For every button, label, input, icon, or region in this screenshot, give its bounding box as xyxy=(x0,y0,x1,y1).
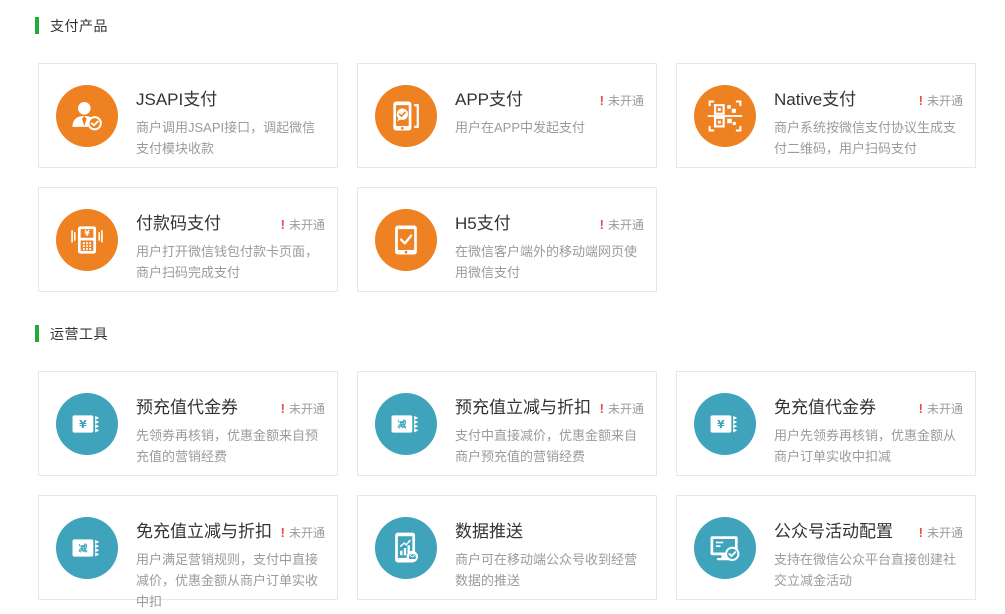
status-exclamation-icon: ! xyxy=(919,525,923,540)
status-label: 未开通 xyxy=(289,402,325,416)
section-accent-bar xyxy=(35,325,39,342)
person-check-icon xyxy=(56,85,118,147)
status-badge: ! 未开通 xyxy=(275,216,325,233)
coupon-discount-icon xyxy=(375,393,437,455)
card-title: 免充值代金券 xyxy=(774,393,876,418)
product-card[interactable]: JSAPI支付 商户调用JSAPI接口，调起微信支付模块收款 xyxy=(38,63,338,168)
section: 运营工具 预充值代金券 ! 未开通 先领券再核销，优惠金额来自预充值的营销经费 预… xyxy=(35,324,976,600)
card-desc: 用户先领券再核销，优惠金额从商户订单实收中扣减 xyxy=(774,425,963,467)
card-desc: 在微信客户端外的移动端网页使用微信支付 xyxy=(455,241,644,283)
card-body: 付款码支付 ! 未开通 用户打开微信钱包付款卡页面，商户扫码完成支付 xyxy=(118,188,327,283)
card-desc: 用户打开微信钱包付款卡页面，商户扫码完成支付 xyxy=(136,241,325,283)
coupon-discount-icon xyxy=(56,517,118,579)
status-label: 未开通 xyxy=(608,94,644,108)
card-title: 免充值立减与折扣 xyxy=(136,517,272,542)
card-body: 免充值立减与折扣 ! 未开通 用户满足营销规则，支付中直接减价，优惠金额从商户订单… xyxy=(118,496,327,612)
status-badge: ! 未开通 xyxy=(913,524,963,541)
status-exclamation-icon: ! xyxy=(919,93,923,108)
card-title: H5支付 xyxy=(455,209,511,234)
card-grid: JSAPI支付 商户调用JSAPI接口，调起微信支付模块收款 APP支付 ! 未开… xyxy=(38,63,976,292)
status-exclamation-icon: ! xyxy=(281,525,285,540)
page: 支付产品 JSAPI支付 商户调用JSAPI接口，调起微信支付模块收款 APP支… xyxy=(0,0,1005,600)
card-body: 免充值代金券 ! 未开通 用户先领券再核销，优惠金额从商户订单实收中扣减 xyxy=(756,372,965,467)
product-card[interactable]: 公众号活动配置 ! 未开通 支持在微信公众平台直接创建社交立减金活动 xyxy=(676,495,976,600)
coupon-cash-icon xyxy=(694,393,756,455)
product-card[interactable]: 付款码支付 ! 未开通 用户打开微信钱包付款卡页面，商户扫码完成支付 xyxy=(38,187,338,292)
card-body: 公众号活动配置 ! 未开通 支持在微信公众平台直接创建社交立减金活动 xyxy=(756,496,965,591)
product-card[interactable]: APP支付 ! 未开通 用户在APP中发起支付 xyxy=(357,63,657,168)
card-desc: 先领券再核销，优惠金额来自预充值的营销经费 xyxy=(136,425,325,467)
pos-terminal-icon xyxy=(56,209,118,271)
card-desc: 用户满足营销规则，支付中直接减价，优惠金额从商户订单实收中扣 xyxy=(136,549,325,612)
status-badge: ! 未开通 xyxy=(594,92,644,109)
product-card[interactable]: 预充值立减与折扣 ! 未开通 支付中直接减价，优惠金额来自商户预充值的营销经费 xyxy=(357,371,657,476)
status-exclamation-icon: ! xyxy=(919,401,923,416)
monitor-activity-icon xyxy=(694,517,756,579)
coupon-cash-icon xyxy=(56,393,118,455)
product-card[interactable]: 免充值立减与折扣 !未开通 用户满足营销规则，支付中直接减价，优惠金额从商户订单… xyxy=(38,495,338,600)
product-card[interactable]: 免充值代金券 ! 未开通 用户先领券再核销，优惠金额从商户订单实收中扣减 xyxy=(676,371,976,476)
card-body: JSAPI支付 商户调用JSAPI接口，调起微信支付模块收款 xyxy=(118,64,327,159)
section-title: 运营工具 xyxy=(50,324,108,344)
card-body: 预充值代金券 ! 未开通 先领券再核销，优惠金额来自预充值的营销经费 xyxy=(118,372,327,467)
product-card[interactable]: 预充值代金券 ! 未开通 先领券再核销，优惠金额来自预充值的营销经费 xyxy=(38,371,338,476)
section: 支付产品 JSAPI支付 商户调用JSAPI接口，调起微信支付模块收款 APP支… xyxy=(35,16,976,292)
section-header: 运营工具 xyxy=(35,324,976,343)
status-label: 未开通 xyxy=(608,402,644,416)
phone-message-icon xyxy=(375,85,437,147)
status-exclamation-icon: ! xyxy=(600,401,604,416)
status-label: 未开通 xyxy=(608,218,644,232)
card-body: Native支付 ! 未开通 商户系统按微信支付协议生成支付二维码，用户扫码支付 xyxy=(756,64,965,159)
product-card[interactable]: Native支付 ! 未开通 商户系统按微信支付协议生成支付二维码，用户扫码支付 xyxy=(676,63,976,168)
card-title: APP支付 xyxy=(455,85,523,110)
status-label: 未开通 xyxy=(927,94,963,108)
card-grid: 预充值代金券 ! 未开通 先领券再核销，优惠金额来自预充值的营销经费 预充值立减与… xyxy=(38,371,976,600)
card-desc: 支付中直接减价，优惠金额来自商户预充值的营销经费 xyxy=(455,425,644,467)
card-body: 预充值立减与折扣 ! 未开通 支付中直接减价，优惠金额来自商户预充值的营销经费 xyxy=(437,372,646,467)
card-title: 数据推送 xyxy=(455,517,523,542)
status-badge: ! 未开通 xyxy=(594,216,644,233)
status-badge: ! 未开通 xyxy=(275,524,325,541)
status-label: 未开通 xyxy=(927,526,963,540)
status-label: 未开通 xyxy=(927,402,963,416)
phone-check-icon xyxy=(375,209,437,271)
status-badge: ! 未开通 xyxy=(913,400,963,417)
section-title: 支付产品 xyxy=(50,16,108,36)
status-label: 未开通 xyxy=(289,218,325,232)
card-desc: 支持在微信公众平台直接创建社交立减金活动 xyxy=(774,549,963,591)
status-label: 未开通 xyxy=(289,526,325,540)
status-exclamation-icon: ! xyxy=(281,401,285,416)
card-title: 付款码支付 xyxy=(136,209,221,234)
card-title: 预充值立减与折扣 xyxy=(455,393,591,418)
card-title: Native支付 xyxy=(774,85,856,110)
product-card[interactable]: 数据推送 商户可在移动端公众号收到经营数据的推送 xyxy=(357,495,657,600)
card-title: JSAPI支付 xyxy=(136,85,217,110)
section-header: 支付产品 xyxy=(35,16,976,35)
card-desc: 商户调用JSAPI接口，调起微信支付模块收款 xyxy=(136,117,325,159)
status-exclamation-icon: ! xyxy=(600,93,604,108)
card-desc: 用户在APP中发起支付 xyxy=(455,117,644,138)
card-title: 公众号活动配置 xyxy=(774,517,893,542)
card-body: H5支付 ! 未开通 在微信客户端外的移动端网页使用微信支付 xyxy=(437,188,646,283)
status-badge: ! 未开通 xyxy=(275,400,325,417)
card-body: 数据推送 商户可在移动端公众号收到经营数据的推送 xyxy=(437,496,646,591)
status-exclamation-icon: ! xyxy=(281,217,285,232)
status-exclamation-icon: ! xyxy=(600,217,604,232)
card-title: 预充值代金券 xyxy=(136,393,238,418)
card-desc: 商户系统按微信支付协议生成支付二维码，用户扫码支付 xyxy=(774,117,963,159)
phone-data-icon xyxy=(375,517,437,579)
qr-scan-icon xyxy=(694,85,756,147)
status-badge: ! 未开通 xyxy=(913,92,963,109)
card-body: APP支付 ! 未开通 用户在APP中发起支付 xyxy=(437,64,646,138)
status-badge: ! 未开通 xyxy=(594,400,644,417)
card-desc: 商户可在移动端公众号收到经营数据的推送 xyxy=(455,549,644,591)
product-card[interactable]: H5支付 ! 未开通 在微信客户端外的移动端网页使用微信支付 xyxy=(357,187,657,292)
section-accent-bar xyxy=(35,17,39,34)
